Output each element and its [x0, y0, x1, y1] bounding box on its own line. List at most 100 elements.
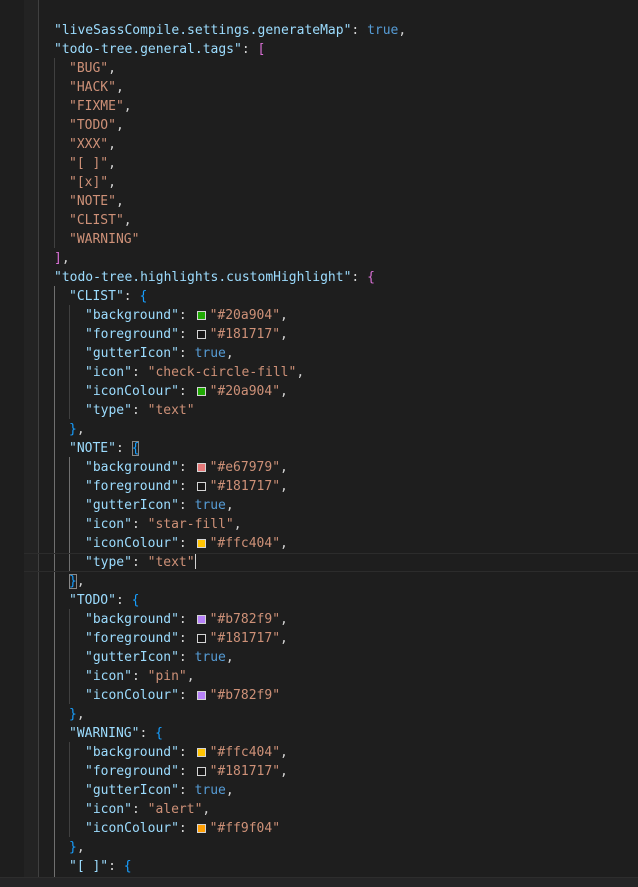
json-key: "icon"	[85, 802, 132, 817]
code-line[interactable]: "background": "#b782f9",	[0, 610, 638, 629]
code-line[interactable]: "icon": "pin",	[0, 667, 638, 686]
code-line[interactable]: },	[0, 838, 638, 857]
code-line[interactable]: "CLIST",	[0, 211, 638, 230]
json-key: "type"	[85, 555, 132, 570]
color-swatch[interactable]	[196, 387, 206, 396]
punctuation: :	[123, 289, 140, 304]
json-string: "#e67979"	[209, 460, 281, 475]
color-swatch[interactable]	[196, 824, 206, 833]
json-string: "CLIST"	[69, 213, 124, 228]
json-key: "NOTE"	[69, 441, 116, 456]
punctuation: :	[131, 517, 148, 532]
color-swatch[interactable]	[196, 463, 206, 472]
color-swatch[interactable]	[196, 615, 206, 624]
code-line[interactable]: ],	[0, 249, 638, 268]
color-swatch[interactable]	[196, 482, 206, 491]
json-key: "foreground"	[85, 479, 179, 494]
code-line[interactable]: "XXX",	[0, 135, 638, 154]
code-line[interactable]: "[ ]",	[0, 154, 638, 173]
code-line[interactable]: "foreground": "#181717",	[0, 762, 638, 781]
color-swatch[interactable]	[196, 311, 206, 320]
code-line[interactable]: "icon": "check-circle-fill",	[0, 363, 638, 382]
json-string: "TODO"	[69, 118, 116, 133]
json-key: "foreground"	[85, 631, 179, 646]
json-key: "icon"	[85, 517, 132, 532]
code-line[interactable]: },	[0, 705, 638, 724]
punctuation: ,	[280, 479, 288, 494]
punctuation: :	[115, 441, 132, 456]
json-string: "#20a904"	[209, 384, 281, 399]
code-lines[interactable]: "liveSassCompile.settings.generateMap": …	[0, 21, 638, 876]
code-line[interactable]: "gutterIcon": true,	[0, 648, 638, 667]
code-line[interactable]: "[x]",	[0, 173, 638, 192]
json-string: "#ffc404"	[209, 745, 281, 760]
json-string: "pin"	[147, 669, 187, 684]
current-code-line[interactable]: "type": "text"	[0, 553, 638, 572]
code-line[interactable]: "background": "#ffc404",	[0, 743, 638, 762]
code-line[interactable]: "icon": "star-fill",	[0, 515, 638, 534]
code-line[interactable]: "iconColour": "#ff9f04"	[0, 819, 638, 838]
code-line[interactable]: "BUG",	[0, 59, 638, 78]
code-line[interactable]: "gutterIcon": true,	[0, 344, 638, 363]
json-key: "gutterIcon"	[85, 498, 179, 513]
json-key: "gutterIcon"	[85, 783, 179, 798]
punctuation: ,	[225, 346, 234, 361]
punctuation: :	[178, 631, 195, 646]
json-string: "[ ]"	[69, 156, 109, 171]
code-editor[interactable]: "liveSassCompile.settings.generateMap": …	[0, 0, 638, 887]
matched-bracket: }	[69, 574, 77, 589]
color-swatch[interactable]	[196, 634, 206, 643]
json-key: "iconColour"	[85, 384, 179, 399]
punctuation: ,	[108, 137, 116, 152]
code-line[interactable]: "TODO": {	[0, 591, 638, 610]
code-line[interactable]: "background": "#20a904",	[0, 306, 638, 325]
code-line[interactable]: "[ ]": {	[0, 857, 638, 876]
json-string: "[x]"	[69, 175, 109, 190]
json-key: "icon"	[85, 365, 132, 380]
code-line[interactable]: "foreground": "#181717",	[0, 325, 638, 344]
code-line[interactable]: "FIXME",	[0, 97, 638, 116]
punctuation: :	[178, 821, 195, 836]
color-swatch[interactable]	[196, 691, 206, 700]
punctuation: ,	[280, 745, 288, 760]
color-swatch[interactable]	[196, 330, 206, 339]
punctuation: :	[178, 384, 195, 399]
code-line[interactable]: "liveSassCompile.settings.generateMap": …	[0, 21, 638, 40]
bracket: {	[139, 289, 148, 304]
json-key: "background"	[85, 308, 179, 323]
code-line[interactable]: "NOTE",	[0, 192, 638, 211]
code-line[interactable]: "background": "#e67979",	[0, 458, 638, 477]
json-key: "TODO"	[69, 593, 116, 608]
code-line[interactable]: "HACK",	[0, 78, 638, 97]
code-line[interactable]: "iconColour": "#ffc404",	[0, 534, 638, 553]
code-line[interactable]: "CLIST": {	[0, 287, 638, 306]
json-key: "liveSassCompile.settings.generateMap"	[54, 23, 352, 38]
color-swatch[interactable]	[196, 767, 206, 776]
color-swatch[interactable]	[196, 748, 206, 757]
code-line[interactable]: "icon": "alert",	[0, 800, 638, 819]
code-line[interactable]: "iconColour": "#b782f9"	[0, 686, 638, 705]
code-line[interactable]: "NOTE": {	[0, 439, 638, 458]
punctuation: ,	[398, 23, 407, 38]
code-line[interactable]: },	[0, 572, 638, 591]
code-line[interactable]: "WARNING": {	[0, 724, 638, 743]
code-line[interactable]: "type": "text"	[0, 401, 638, 420]
punctuation: :	[178, 460, 195, 475]
code-line[interactable]: "iconColour": "#20a904",	[0, 382, 638, 401]
punctuation: :	[178, 783, 195, 798]
code-line[interactable]: "todo-tree.highlights.customHighlight": …	[0, 268, 638, 287]
text-cursor	[194, 554, 196, 569]
code-line[interactable]: "TODO",	[0, 116, 638, 135]
code-line[interactable]: "foreground": "#181717",	[0, 629, 638, 648]
color-swatch[interactable]	[196, 539, 206, 548]
code-line[interactable]: "gutterIcon": true,	[0, 496, 638, 515]
punctuation: ,	[280, 536, 288, 551]
punctuation: :	[178, 346, 195, 361]
code-line[interactable]: "WARNING"	[0, 230, 638, 249]
code-line[interactable]: "todo-tree.general.tags": [	[0, 40, 638, 59]
code-line[interactable]: "gutterIcon": true,	[0, 781, 638, 800]
code-line[interactable]: "foreground": "#181717",	[0, 477, 638, 496]
punctuation: ,	[186, 669, 195, 684]
code-line[interactable]: },	[0, 420, 638, 439]
horizontal-scrollbar[interactable]	[0, 877, 638, 887]
